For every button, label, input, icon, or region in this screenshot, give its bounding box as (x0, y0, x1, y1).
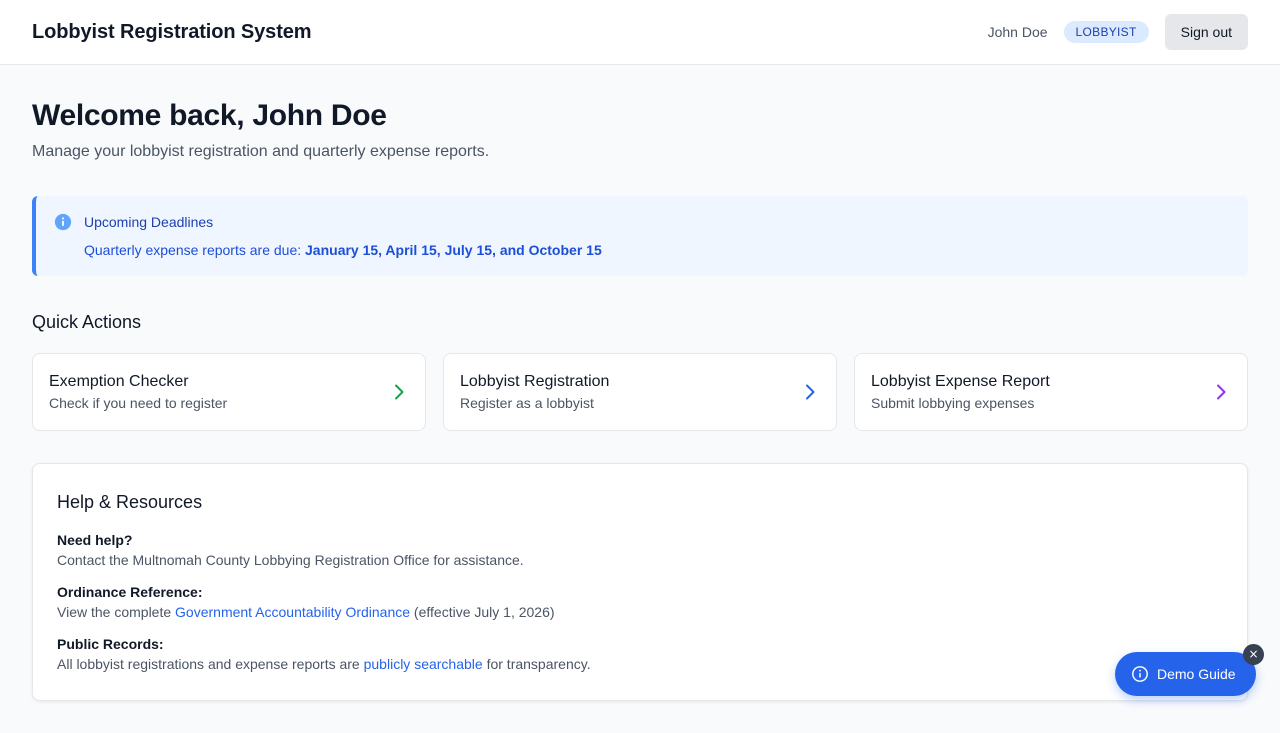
help-item-ordinance: Ordinance Reference: View the complete G… (57, 582, 1223, 622)
ordinance-suffix: (effective July 1, 2026) (410, 604, 555, 620)
action-description: Register as a lobbyist (460, 395, 594, 411)
action-text: Exemption Checker Check if you need to r… (49, 372, 227, 412)
help-title: Help & Resources (57, 492, 203, 512)
publicly-searchable-link[interactable]: publicly searchable (364, 656, 483, 672)
action-title: Exemption Checker (49, 373, 189, 390)
role-badge: LOBBYIST (1063, 21, 1149, 43)
help-text: Contact the Multnomah County Lobbying Re… (57, 552, 524, 568)
help-item-public-records: Public Records: All lobbyist registratio… (57, 634, 1223, 674)
lobbyist-expense-report-card[interactable]: Lobbyist Expense Report Submit lobbying … (854, 353, 1248, 431)
records-suffix: for transparency. (482, 656, 591, 672)
deadline-text-prefix: Quarterly expense reports are due: (84, 242, 306, 258)
lobbyist-registration-card[interactable]: Lobbyist Registration Register as a lobb… (443, 353, 837, 431)
help-label: Ordinance Reference: (57, 584, 203, 600)
help-label: Public Records: (57, 636, 164, 652)
user-name: John Doe (987, 24, 1048, 40)
chevron-right-icon (806, 384, 815, 400)
help-text: All lobbyist registrations and expense r… (57, 654, 1223, 674)
header-user-area: John Doe LOBBYIST Sign out (988, 14, 1248, 50)
demo-guide-close-button[interactable]: × (1243, 644, 1264, 665)
action-description: Submit lobbying expenses (871, 395, 1035, 411)
info-circle-icon (1132, 666, 1148, 682)
app-title: Lobbyist Registration System (32, 20, 312, 43)
action-text: Lobbyist Expense Report Submit lobbying … (871, 372, 1050, 412)
info-icon (54, 213, 72, 231)
top-header: Lobbyist Registration System John Doe LO… (0, 0, 1280, 65)
action-description: Check if you need to register (49, 395, 228, 411)
help-item-need-help: Need help? Contact the Multnomah County … (57, 530, 1223, 570)
records-prefix: All lobbyist registrations and expense r… (57, 656, 364, 672)
demo-guide-button[interactable]: Demo Guide (1115, 652, 1256, 696)
help-label: Need help? (57, 532, 133, 548)
chevron-right-icon (1217, 384, 1226, 400)
demo-guide-label: Demo Guide (1157, 666, 1236, 682)
exemption-checker-card[interactable]: Exemption Checker Check if you need to r… (32, 353, 426, 431)
deadline-text: Quarterly expense reports are due: Janua… (84, 240, 602, 260)
action-title: Lobbyist Registration (460, 373, 610, 390)
deadline-title: Upcoming Deadlines (84, 214, 214, 230)
ordinance-prefix: View the complete (57, 604, 176, 620)
quick-actions-title: Quick Actions (32, 312, 142, 332)
action-title: Lobbyist Expense Report (871, 373, 1050, 390)
deadline-content: Upcoming Deadlines Quarterly expense rep… (84, 212, 602, 260)
sign-out-button[interactable]: Sign out (1164, 14, 1248, 50)
upcoming-deadlines-alert: Upcoming Deadlines Quarterly expense rep… (32, 196, 1248, 276)
help-resources-panel: Help & Resources Need help? Contact the … (32, 463, 1248, 701)
deadline-dates: January 15, April 15, July 15, and Octob… (305, 242, 602, 258)
welcome-subtitle: Manage your lobbyist registration and qu… (32, 143, 490, 160)
chevron-right-icon (395, 384, 404, 400)
ordinance-link[interactable]: Government Accountability Ordinance (175, 604, 410, 620)
quick-actions-list: Exemption Checker Check if you need to r… (32, 353, 1248, 431)
help-text: View the complete Government Accountabil… (57, 602, 1223, 622)
welcome-heading: Welcome back, John Doe (32, 99, 387, 132)
main-content: Welcome back, John Doe Manage your lobby… (32, 65, 1248, 701)
action-text: Lobbyist Registration Register as a lobb… (460, 372, 609, 412)
